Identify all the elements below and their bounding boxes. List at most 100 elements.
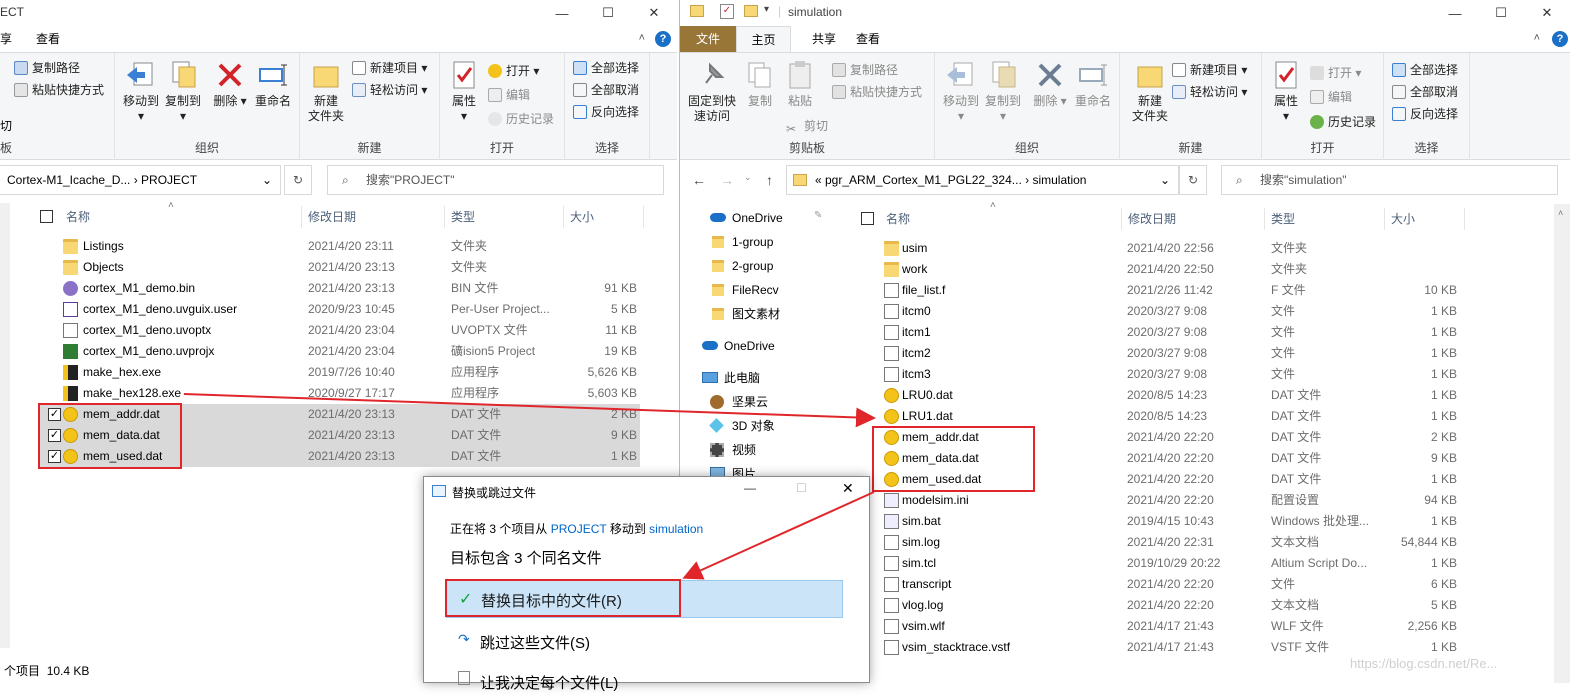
properties-icon[interactable]: ✓ xyxy=(720,4,734,19)
skip-option[interactable]: ↷ 跳过这些文件(S) xyxy=(446,627,843,657)
table-row[interactable]: sim.tcl 2019/10/29 20:22 Altium Script Do.… xyxy=(880,553,1465,574)
table-row[interactable]: work 2021/4/20 22:50 文件夹 xyxy=(880,259,1465,280)
table-row[interactable]: itcm1 2020/3/27 9:08 文件 1 KB xyxy=(880,322,1465,343)
sidebar-item[interactable]: 图文素材 xyxy=(710,302,780,326)
invert-selection-button[interactable]: 反向选择 xyxy=(1392,104,1458,124)
address-bar[interactable]: « pgr_ARM_Cortex_M1_PGL22_324... › simul… xyxy=(786,165,1179,195)
refresh-button[interactable]: ↻ xyxy=(1179,165,1207,195)
col-type[interactable]: 类型 xyxy=(445,206,564,228)
easy-access-button[interactable]: 轻松访问 ▾ xyxy=(1172,82,1247,102)
sidebar-item[interactable]: OneDrive xyxy=(710,206,783,230)
maximize-button[interactable]: ☐ xyxy=(796,481,807,495)
move-to-button[interactable]: 移动到 ▾ xyxy=(121,59,161,124)
copy-to-button[interactable]: 复制到 ▾ xyxy=(163,59,203,124)
sidebar-item[interactable]: OneDrive xyxy=(702,334,775,358)
maximize-button[interactable]: ☐ xyxy=(585,0,631,26)
cut-button[interactable]: ✂ 剪切 xyxy=(786,116,828,136)
delete-button[interactable]: 删除 ▾ xyxy=(1033,59,1067,109)
history-button[interactable]: 历史记录 xyxy=(488,109,554,129)
recent-dropdown-icon[interactable]: ⌄ xyxy=(744,172,752,183)
new-folder-icon[interactable] xyxy=(744,5,758,17)
table-row[interactable]: itcm0 2020/3/27 9:08 文件 1 KB xyxy=(880,301,1465,322)
rename-button[interactable]: 重命名 xyxy=(1071,59,1115,109)
minimize-button[interactable]: — xyxy=(744,481,756,495)
close-button[interactable]: ✕ xyxy=(842,480,854,497)
table-row[interactable]: file_list.f 2021/2/26 11:42 F 文件 10 KB xyxy=(880,280,1465,301)
copy-to-button[interactable]: 复制到 ▾ xyxy=(983,59,1023,124)
table-row[interactable]: sim.log 2021/4/20 22:31 文本文档 54,844 KB xyxy=(880,532,1465,553)
tab-home[interactable]: 主页 xyxy=(736,26,791,52)
collapse-ribbon-icon[interactable]: ˄ xyxy=(1534,32,1540,44)
sidebar-item[interactable]: 3D 对象 xyxy=(709,414,775,438)
table-row[interactable]: transcript 2021/4/20 22:20 文件 6 KB xyxy=(880,574,1465,595)
pin-quick-access-button[interactable]: 固定到快 速访问 xyxy=(684,59,740,124)
copy-path-button[interactable]: 复制路径 xyxy=(14,58,80,78)
tab-view[interactable]: 查看 xyxy=(26,26,70,52)
open-button[interactable]: 打开 ▾ xyxy=(488,61,539,81)
table-row[interactable]: modelsim.ini 2021/4/20 22:20 配置设置 94 KB xyxy=(880,490,1465,511)
sidebar-item[interactable]: FileRecv xyxy=(710,278,779,302)
sidebar-item[interactable]: 坚果云 xyxy=(710,390,768,414)
select-all-checkbox[interactable] xyxy=(861,212,874,225)
select-all-button[interactable]: 全部选择 xyxy=(573,58,639,78)
table-row[interactable]: itcm3 2020/3/27 9:08 文件 1 KB xyxy=(880,364,1465,385)
help-icon[interactable]: ? xyxy=(655,31,671,47)
tab-share[interactable]: 共享 xyxy=(802,26,846,52)
search-input[interactable]: ⌕ 搜索"simulation" xyxy=(1221,165,1558,195)
maximize-button[interactable]: ☐ xyxy=(1478,0,1524,26)
table-row[interactable]: Listings 2021/4/20 23:11 文件夹 xyxy=(40,236,640,257)
history-button[interactable]: 历史记录 xyxy=(1310,112,1376,132)
collapse-ribbon-icon[interactable]: ˄ xyxy=(639,32,645,44)
select-all-button[interactable]: 全部选择 xyxy=(1392,60,1458,80)
tab-file[interactable]: 文件 xyxy=(680,26,736,52)
table-row[interactable]: vlog.log 2021/4/20 22:20 文本文档 5 KB xyxy=(880,595,1465,616)
sidebar-item[interactable]: 1-group xyxy=(710,230,773,254)
select-none-button[interactable]: 全部取消 xyxy=(1392,82,1458,102)
sidebar-item[interactable]: 此电脑 xyxy=(702,366,760,390)
invert-selection-button[interactable]: 反向选择 xyxy=(573,102,639,122)
help-icon[interactable]: ? xyxy=(1552,31,1568,47)
table-row[interactable]: vsim.wlf 2021/4/17 21:43 WLF 文件 2,256 KB xyxy=(880,616,1465,637)
table-row[interactable]: make_hex.exe 2019/7/26 10:40 应用程序 5,626 KB xyxy=(40,362,640,383)
table-row[interactable]: cortex_M1_demo.bin 2021/4/20 23:13 BIN 文件 9… xyxy=(40,278,640,299)
table-row[interactable]: LRU1.dat 2020/8/5 14:23 DAT 文件 1 KB xyxy=(880,406,1465,427)
source-link[interactable]: PROJECT xyxy=(551,522,607,536)
up-arrow-icon[interactable]: ↑ xyxy=(766,172,773,188)
table-row[interactable]: sim.bat 2019/4/15 10:43 Windows 批处理... 1 KB xyxy=(880,511,1465,532)
minimize-button[interactable]: — xyxy=(1432,0,1478,26)
left-nav-scrollbar[interactable] xyxy=(0,203,10,648)
table-row[interactable]: LRU0.dat 2020/8/5 14:23 DAT 文件 1 KB xyxy=(880,385,1465,406)
close-button[interactable]: ✕ xyxy=(631,0,677,26)
properties-button[interactable]: 属性 ▾ xyxy=(446,59,482,124)
back-arrow-icon[interactable]: ← xyxy=(692,172,706,188)
new-folder-button[interactable]: 新建 文件夹 xyxy=(1132,59,1168,124)
paste-shortcut-button[interactable]: 粘贴快捷方式 xyxy=(832,82,922,102)
table-row[interactable]: cortex_M1_deno.uvguix.user 2020/9/23 10:4… xyxy=(40,299,640,320)
destination-link[interactable]: simulation xyxy=(649,522,703,536)
decide-option[interactable]: 让我决定每个文件(L) xyxy=(446,669,843,699)
col-size[interactable]: 大小 xyxy=(564,206,644,228)
col-size[interactable]: 大小 xyxy=(1385,208,1465,230)
new-item-button[interactable]: 新建项目 ▾ xyxy=(352,58,427,78)
refresh-button[interactable]: ↻ xyxy=(284,165,312,195)
col-name[interactable]: 名称 xyxy=(880,208,1122,230)
new-item-button[interactable]: 新建项目 ▾ xyxy=(1172,60,1247,80)
sidebar-item[interactable]: 2-group xyxy=(710,254,773,278)
chevron-down-icon[interactable]: ⌄ xyxy=(1160,166,1170,194)
move-to-button[interactable]: 移动到 ▾ xyxy=(941,59,981,124)
select-none-button[interactable]: 全部取消 xyxy=(573,80,639,100)
paste-button[interactable]: 粘贴 xyxy=(784,59,816,109)
select-all-checkbox[interactable] xyxy=(40,210,53,223)
col-date[interactable]: 修改日期 xyxy=(302,206,445,228)
paste-shortcut-button[interactable]: 粘贴快捷方式 xyxy=(14,80,104,100)
table-row[interactable]: usim 2021/4/20 22:56 文件夹 xyxy=(880,238,1465,259)
new-folder-button[interactable]: 新建 文件夹 xyxy=(308,59,344,124)
rename-button[interactable]: 重命名 xyxy=(251,59,295,109)
open-button[interactable]: 打开 ▾ xyxy=(1310,63,1361,83)
forward-arrow-icon[interactable]: → xyxy=(720,172,734,188)
vertical-scrollbar[interactable]: ˄ xyxy=(1554,204,1570,683)
table-row[interactable]: cortex_M1_deno.uvprojx 2021/4/20 23:04 礦is… xyxy=(40,341,640,362)
properties-button[interactable]: 属性 ▾ xyxy=(1268,59,1304,124)
edit-button[interactable]: 编辑 xyxy=(488,85,530,105)
cut-label[interactable]: 切 xyxy=(0,117,12,134)
